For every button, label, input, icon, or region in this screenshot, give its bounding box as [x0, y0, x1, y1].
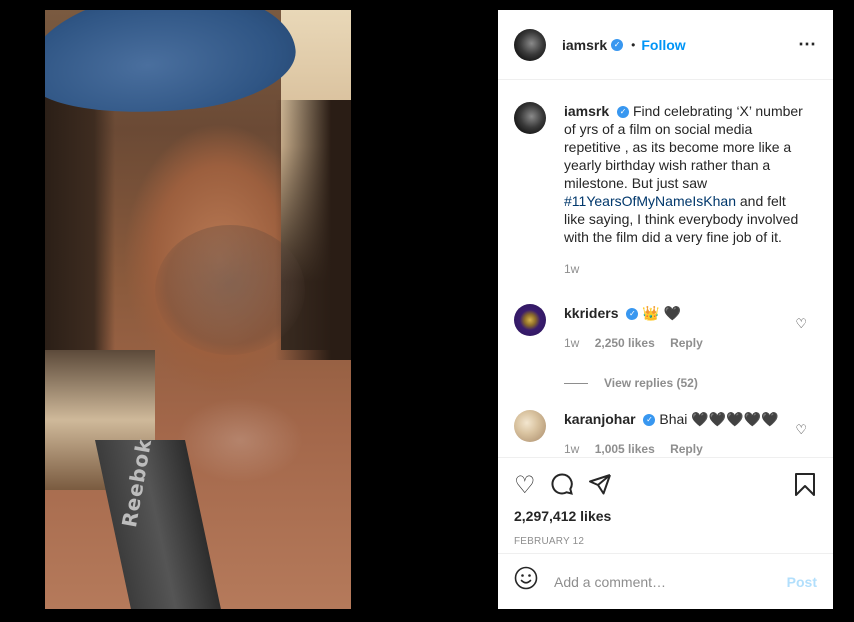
comment-avatar[interactable]: [514, 304, 546, 336]
caption-avatar[interactable]: [514, 102, 546, 134]
comment-likes[interactable]: 2,250 likes: [595, 336, 655, 350]
comment-item: kkriders ✓ 👑 🖤 1w 2,250 likes Reply ♡: [514, 304, 817, 352]
view-replies-label: View replies (52): [604, 376, 698, 390]
photo-strap: [95, 440, 228, 609]
comments-section[interactable]: iamsrk ✓ Find celebrating ‘X’ number of …: [498, 80, 833, 457]
comment-heart-icon[interactable]: ♡: [795, 422, 807, 438]
verified-icon: ✓: [617, 106, 630, 119]
post-actions: ♡ 2,297,412 likes FEBRUARY 12: [498, 457, 833, 553]
comment-item: karanjohar ✓ Bhai 🖤🖤🖤🖤🖤 1w 1,005 likes R…: [514, 410, 817, 457]
add-comment-bar: Add a comment… Post: [498, 553, 833, 609]
verified-icon: ✓: [643, 414, 656, 427]
verified-icon: ✓: [626, 308, 639, 321]
comment-heart-icon[interactable]: ♡: [795, 316, 807, 332]
caption: iamsrk ✓ Find celebrating ‘X’ number of …: [514, 102, 817, 278]
more-options-icon[interactable]: ⋯: [798, 34, 817, 55]
post-photo[interactable]: Reebok: [45, 10, 351, 609]
post-panel: iamsrk ✓ • Follow ⋯ iamsrk ✓ Find celebr…: [498, 10, 833, 609]
emoji-icon[interactable]: [514, 566, 538, 597]
comment-avatar[interactable]: [514, 410, 546, 442]
comment-time[interactable]: 1w: [564, 442, 579, 456]
photo-beard: [155, 225, 305, 355]
verified-icon: ✓: [611, 38, 624, 51]
post-header: iamsrk ✓ • Follow ⋯: [498, 10, 833, 80]
photo-hair-left: [45, 90, 115, 350]
comment-input[interactable]: Add a comment…: [554, 574, 787, 590]
likes-count[interactable]: 2,297,412 likes: [514, 508, 817, 524]
post-date[interactable]: FEBRUARY 12: [514, 536, 817, 547]
caption-username[interactable]: iamsrk: [564, 103, 609, 119]
post-button[interactable]: Post: [787, 574, 817, 590]
share-icon[interactable]: [588, 472, 612, 501]
avatar[interactable]: [514, 28, 546, 61]
caption-time[interactable]: 1w: [564, 262, 579, 276]
comment-username[interactable]: karanjohar: [564, 411, 636, 427]
comment-text: 👑 🖤: [642, 305, 682, 321]
separator-dot: •: [631, 37, 636, 52]
hashtag-link[interactable]: #11YearsOfMyNameIsKhan: [564, 193, 736, 209]
heart-icon[interactable]: ♡: [514, 474, 536, 498]
replies-line: [564, 382, 588, 384]
header-username[interactable]: iamsrk: [562, 37, 607, 53]
reply-button[interactable]: Reply: [670, 442, 703, 456]
comment-text: Bhai 🖤🖤🖤🖤🖤: [659, 411, 779, 427]
comment-username[interactable]: kkriders: [564, 305, 618, 321]
follow-button[interactable]: Follow: [641, 37, 685, 53]
bookmark-icon[interactable]: [793, 472, 817, 501]
comment-time[interactable]: 1w: [564, 336, 579, 350]
comment-likes[interactable]: 1,005 likes: [595, 442, 655, 456]
reply-button[interactable]: Reply: [670, 336, 703, 350]
view-replies-button[interactable]: View replies (52): [564, 376, 817, 390]
comment-icon[interactable]: [550, 472, 574, 501]
